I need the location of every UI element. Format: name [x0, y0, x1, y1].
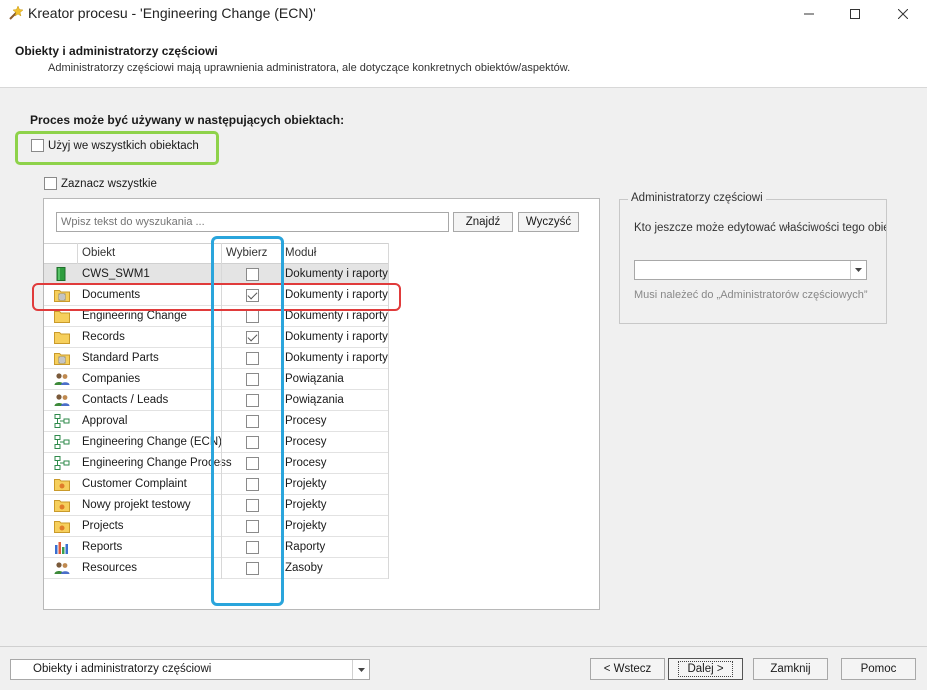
select-all-checkbox[interactable]: Zaznacz wszystkie: [44, 177, 157, 190]
wizard-header: Obiekty i administratorzy częściowi Admi…: [0, 28, 927, 88]
close-window-button[interactable]: [880, 0, 926, 28]
object-name: Companies: [82, 373, 141, 385]
clear-button[interactable]: Wyczyść: [518, 212, 579, 232]
module-name: Dokumenty i raporty: [285, 310, 388, 322]
process-icon: [54, 456, 70, 470]
find-button[interactable]: Znajdź: [453, 212, 513, 232]
maximize-button[interactable]: [832, 0, 878, 28]
people-icon: [54, 372, 70, 386]
folder-doc-icon: [54, 351, 70, 365]
green-highlight: [15, 131, 219, 165]
module-name: Dokumenty i raporty: [285, 331, 388, 343]
module-name: Procesy: [285, 457, 327, 469]
folder-icon: [54, 309, 70, 323]
object-name: Engineering Change (ECN): [82, 436, 222, 448]
blue-highlight: [211, 236, 284, 606]
back-button[interactable]: < Wstecz: [590, 658, 665, 680]
admins-group: Administratorzy częściowi Kto jeszcze mo…: [619, 192, 887, 324]
module-name: Raporty: [285, 541, 326, 553]
help-button[interactable]: Pomoc: [841, 658, 916, 680]
column-header-module[interactable]: Moduł: [285, 247, 316, 259]
green-book-icon: [54, 267, 70, 281]
title-bar: Kreator procesu - 'Engineering Change (E…: [0, 0, 927, 28]
search-input[interactable]: [56, 212, 449, 232]
object-name: Contacts / Leads: [82, 394, 169, 406]
process-icon: [54, 414, 70, 428]
object-name: Nowy projekt testowy: [82, 499, 191, 511]
close-icon: [898, 9, 908, 19]
section-label: Proces może być używany w następujących …: [30, 113, 345, 127]
page-subtitle: Administratorzy częściowi mają uprawnien…: [48, 62, 571, 74]
project-folder-icon: [54, 519, 70, 533]
object-name: Customer Complaint: [82, 478, 187, 490]
admins-question: Kto jeszcze może edytować właściwości te…: [634, 222, 886, 234]
admins-legend: Administratorzy częściowi: [628, 192, 766, 204]
wizard-step-value: Obiekty i administratorzy częściowi: [33, 663, 212, 675]
wizard-wand-icon: [9, 5, 23, 20]
wizard-step-combo[interactable]: Obiekty i administratorzy częściowi: [10, 659, 370, 680]
people-icon: [54, 393, 70, 407]
dropdown-arrow-icon[interactable]: [352, 660, 369, 679]
object-name: Standard Parts: [82, 352, 159, 364]
object-name: Records: [82, 331, 125, 343]
folder-icon: [54, 330, 70, 344]
admins-combo[interactable]: [634, 260, 867, 280]
admins-hint: Musi należeć do „Administratorów częścio…: [634, 289, 868, 301]
project-folder-icon: [54, 477, 70, 491]
module-name: Dokumenty i raporty: [285, 268, 388, 280]
project-folder-icon: [54, 498, 70, 512]
object-name: CWS_SWM1: [82, 268, 150, 280]
maximize-icon: [850, 9, 860, 19]
object-name: Projects: [82, 520, 124, 532]
module-name: Projekty: [285, 499, 327, 511]
bar-chart-icon: [54, 540, 70, 554]
module-name: Procesy: [285, 436, 327, 448]
grid-line: [77, 243, 78, 264]
module-name: Zasoby: [285, 562, 323, 574]
footer-divider: [0, 646, 927, 647]
object-name: Approval: [82, 415, 128, 427]
close-button[interactable]: Zamknij: [753, 658, 828, 680]
select-all-label: Zaznacz wszystkie: [61, 177, 157, 190]
module-name: Projekty: [285, 478, 327, 490]
next-button-label: Dalej >: [678, 661, 733, 677]
object-name: Engineering Change: [82, 310, 187, 322]
minimize-icon: [804, 13, 814, 15]
process-icon: [54, 435, 70, 449]
dropdown-arrow-icon[interactable]: [850, 261, 866, 279]
module-name: Dokumenty i raporty: [285, 352, 388, 364]
checkbox-box[interactable]: [44, 177, 57, 190]
module-name: Procesy: [285, 415, 327, 427]
page-title: Obiekty i administratorzy częściowi: [15, 44, 218, 58]
next-button[interactable]: Dalej >: [668, 658, 743, 680]
people-icon: [54, 561, 70, 575]
window-title: Kreator procesu - 'Engineering Change (E…: [28, 5, 316, 21]
object-name: Engineering Change Process: [82, 457, 232, 469]
column-header-object[interactable]: Obiekt: [82, 247, 115, 259]
object-name: Reports: [82, 541, 123, 553]
module-name: Powiązania: [285, 394, 344, 406]
object-name: Resources: [82, 562, 137, 574]
module-name: Projekty: [285, 520, 327, 532]
module-name: Powiązania: [285, 373, 344, 385]
minimize-button[interactable]: [786, 0, 832, 28]
